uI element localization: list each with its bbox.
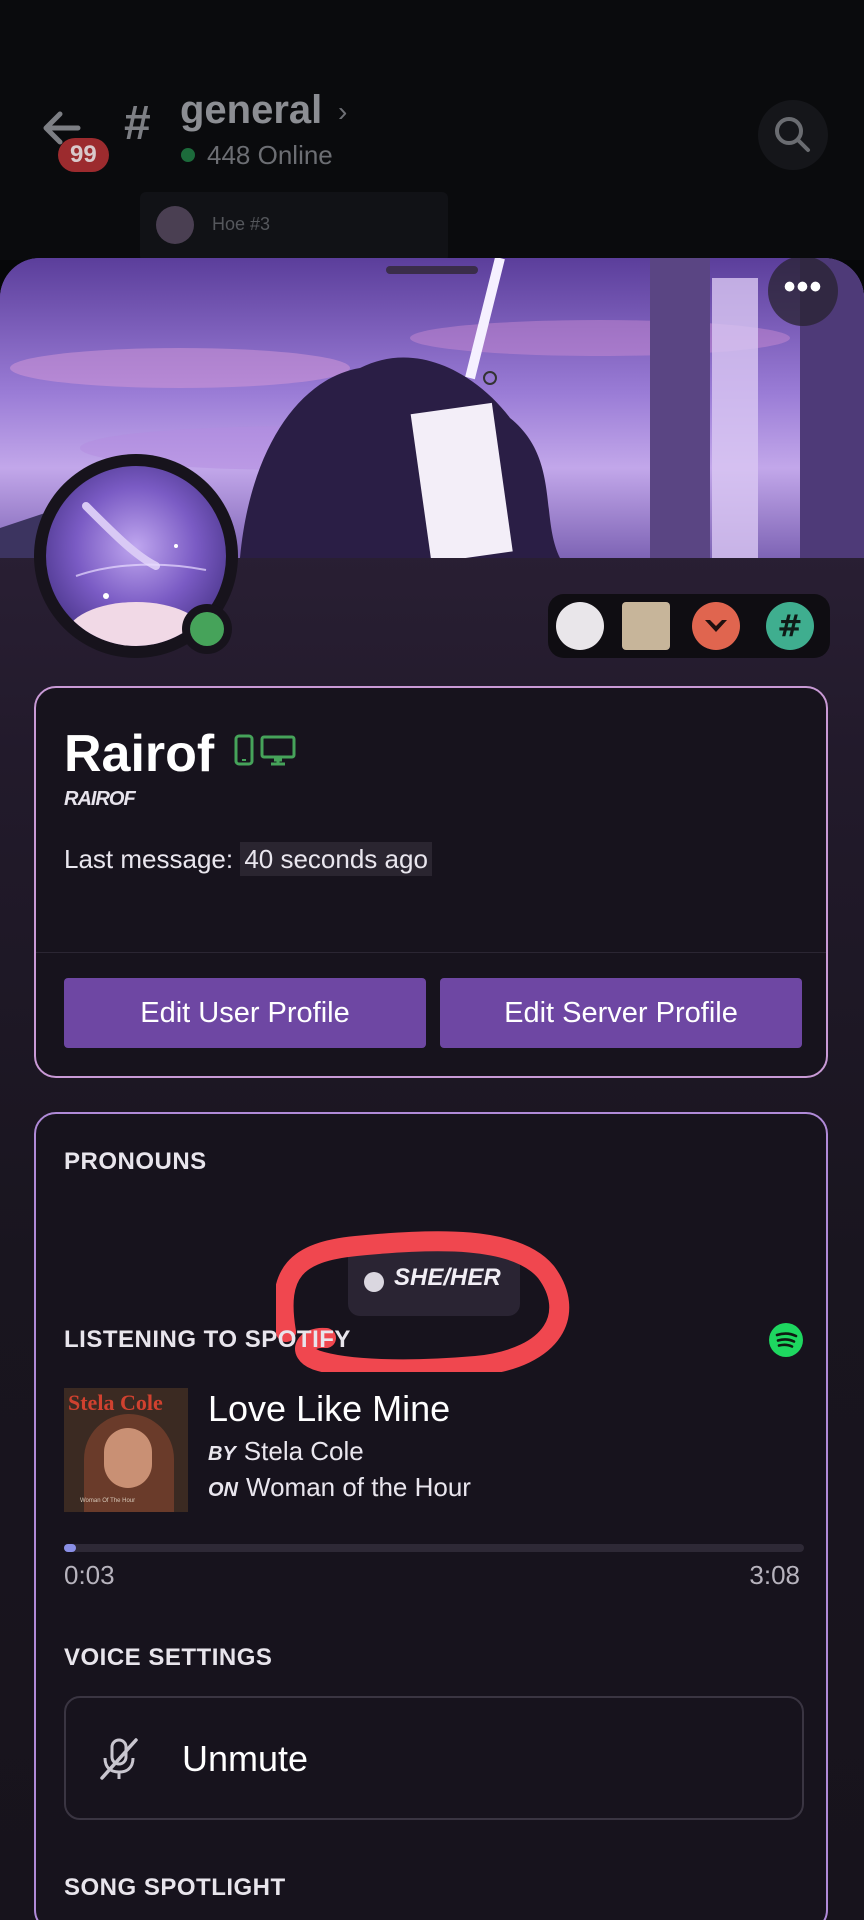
spotify-icon[interactable] [768,1322,804,1358]
by-label: BY [208,1443,236,1465]
profile-details-card: PRONOUNS SHE/HER LISTENING TO SPOTIFY St… [34,1112,828,1920]
song-title[interactable]: Love Like Mine [208,1388,450,1430]
pronouns-heading: PRONOUNS [64,1148,207,1175]
channel-hash-icon: # [124,97,151,150]
username-tag: RAIROF [64,788,136,810]
album-face [104,1428,152,1488]
artist-name[interactable]: Stela Cole [244,1436,364,1466]
search-button[interactable] [758,100,828,170]
edit-user-profile-button[interactable]: Edit User Profile [64,978,426,1048]
thread-chip[interactable]: Hoe #3 [140,192,448,262]
online-count: 448 Online [207,140,333,170]
chevron-right-icon: › [338,96,348,127]
album-line: ON Woman of the Hour [208,1472,471,1503]
divider [36,952,826,953]
hashtag-badge-icon[interactable]: # [766,602,814,650]
last-message: Last message: 40 seconds ago [64,842,432,876]
avatar-frame [34,454,238,658]
status-indicator [182,604,232,654]
boost-badge-icon[interactable] [692,602,740,650]
cat-photo-badge-icon[interactable] [622,602,670,650]
channel-name[interactable]: general [180,88,322,133]
muted-mic-icon [100,1738,138,1780]
unmute-button[interactable]: Unmute [64,1696,804,1820]
badge-row: # [548,594,830,658]
thread-label: Hoe #3 [212,214,271,234]
album-art-subtitle: Woman Of The Hour [80,1498,136,1504]
more-dots-icon: ••• [783,268,823,306]
elapsed-time: 0:03 [64,1560,115,1590]
desktop-device-icon [260,735,296,766]
profile-sheet: ••• # Rairof RAIROF Last message: 40 sec… [0,258,864,1920]
playback-progress-fill [64,1544,76,1552]
online-status-dot [181,148,195,162]
on-label: ON [208,1479,238,1501]
voice-settings-heading: VOICE SETTINGS [64,1644,273,1671]
user-info-card: Rairof RAIROF Last message: 40 seconds a… [34,686,828,1078]
last-message-label: Last message: [64,844,234,874]
album-art[interactable]: Stela Cole Woman Of The Hour [64,1388,188,1512]
thread-avatar [156,206,194,244]
online-status-dot [190,612,224,646]
last-message-time: 40 seconds ago [240,842,432,876]
playback-progress-bar [64,1544,804,1552]
artist-line: BY Stela Cole [208,1436,364,1467]
unread-badge: 99 [58,138,109,172]
drag-handle[interactable] [386,266,478,274]
device-icons [234,734,296,766]
display-name: Rairof [64,725,215,783]
channel-header: 99 # general › 448 Online Hoe #3 [0,0,864,262]
cat-badge-icon[interactable] [556,602,604,650]
svg-text:#: # [777,609,802,644]
edit-server-profile-button[interactable]: Edit Server Profile [440,978,802,1048]
album-art-title: Stela Cole [68,1390,163,1415]
more-options-button[interactable]: ••• [768,258,838,326]
unmute-label: Unmute [182,1738,309,1779]
spotify-heading: LISTENING TO SPOTIFY [64,1326,351,1353]
mobile-device-icon [234,734,254,766]
song-spotlight-heading: SONG SPOTLIGHT [64,1874,286,1901]
album-name[interactable]: Woman of the Hour [246,1472,471,1502]
track-duration: 3:08 [749,1560,800,1590]
search-icon [775,117,810,152]
